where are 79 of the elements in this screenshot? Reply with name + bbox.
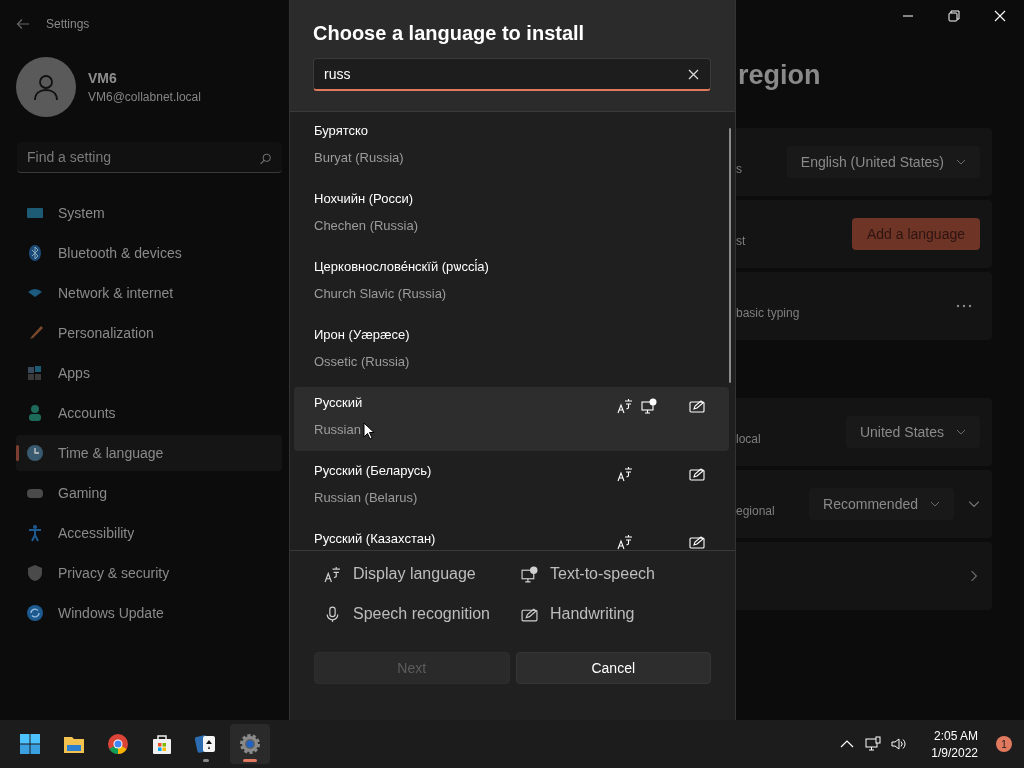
nav-item[interactable]: Time & language bbox=[16, 435, 282, 471]
dialog-title: Choose a language to install bbox=[313, 22, 586, 45]
search-icon bbox=[259, 151, 272, 167]
language-name: Церковнослове́нскїй (рѡссі́а) bbox=[314, 259, 489, 274]
page-title: region bbox=[738, 60, 822, 91]
nav-item[interactable]: Personalization bbox=[16, 315, 282, 351]
browser-icon[interactable] bbox=[106, 732, 130, 756]
setting-label: egional bbox=[736, 504, 776, 518]
clock-date[interactable]: 1/9/2022 bbox=[931, 745, 978, 760]
setting-label: basic typing bbox=[736, 306, 801, 320]
network-icon[interactable] bbox=[865, 736, 882, 752]
dropdown[interactable]: United States bbox=[845, 416, 980, 448]
dropdown[interactable]: Recommended bbox=[809, 488, 954, 520]
windows-logo-icon[interactable] bbox=[18, 732, 42, 756]
language-name: Русский bbox=[314, 395, 363, 410]
nav-item[interactable]: Accounts bbox=[16, 395, 282, 431]
language-english-name: Buryat (Russia) bbox=[314, 150, 404, 165]
legend-label: Text-to-speech bbox=[550, 565, 655, 583]
shopping-bag-icon[interactable] bbox=[150, 732, 174, 756]
playing-cards-icon[interactable] bbox=[194, 732, 218, 756]
legend-label: Speech recognition bbox=[353, 605, 490, 623]
setting-label: st bbox=[736, 234, 747, 248]
back-arrow-icon[interactable] bbox=[16, 17, 30, 31]
speaker-icon[interactable] bbox=[891, 736, 908, 752]
user-name: VM6 bbox=[88, 70, 118, 86]
nav-item[interactable]: Windows Update bbox=[16, 595, 282, 631]
person-icon bbox=[26, 404, 44, 422]
chevron-down-icon bbox=[930, 499, 940, 509]
nav-item[interactable]: Bluetooth & devices bbox=[16, 235, 282, 271]
nav-item[interactable]: Apps bbox=[16, 355, 282, 391]
language-english-name: Ossetic (Russia) bbox=[314, 354, 410, 369]
nav-item[interactable]: Accessibility bbox=[16, 515, 282, 551]
setting-label: local bbox=[736, 432, 762, 446]
clock-time[interactable]: 2:05 AM bbox=[933, 728, 978, 743]
chevron-down-icon bbox=[956, 427, 966, 437]
language-name: Русский (Казахстан) bbox=[314, 531, 436, 546]
monitor-speech-icon bbox=[521, 565, 538, 583]
person-icon bbox=[31, 72, 61, 102]
chevron-down-icon bbox=[968, 498, 980, 510]
mouse-pointer-icon bbox=[363, 422, 375, 440]
user-email: VM6@collabnet.local bbox=[88, 90, 201, 104]
clock-icon bbox=[26, 444, 44, 462]
language-english-name: Chechen (Russia) bbox=[314, 218, 419, 233]
list-item-highlight[interactable]: Русский Russian bbox=[294, 387, 729, 451]
nav-item[interactable]: Network & internet bbox=[16, 275, 282, 311]
accessibility-icon bbox=[26, 524, 44, 542]
chevron-down-icon bbox=[956, 157, 966, 167]
legend-label: Display language bbox=[353, 565, 476, 583]
language-name: Нохчийн (Росси) bbox=[314, 191, 414, 206]
setting-label: s bbox=[736, 162, 743, 176]
display-language-icon bbox=[324, 565, 341, 583]
language-english-name: Church Slavic (Russia) bbox=[314, 286, 447, 301]
nav-item[interactable]: Privacy & security bbox=[16, 555, 282, 591]
notification-badge[interactable]: 1 bbox=[996, 736, 1012, 752]
search-field[interactable]: Find a setting bbox=[17, 142, 282, 173]
language-name: Русский (Беларусь) bbox=[314, 463, 432, 478]
nav-item[interactable]: Gaming bbox=[16, 475, 282, 511]
gear-icon[interactable] bbox=[238, 732, 262, 756]
restore-icon[interactable] bbox=[946, 8, 962, 24]
update-icon bbox=[26, 604, 44, 622]
dropdown[interactable]: English (United States) bbox=[786, 146, 980, 178]
language-name: Бурятско bbox=[314, 123, 369, 138]
language-english-name: Russian (Belarus) bbox=[314, 490, 418, 505]
chevron-right-icon bbox=[968, 570, 980, 582]
apps-icon bbox=[26, 364, 44, 382]
microphone-icon bbox=[324, 605, 341, 623]
bluetooth-icon bbox=[26, 244, 44, 262]
shield-icon bbox=[26, 564, 44, 582]
cancel-button[interactable]: Cancel bbox=[515, 652, 711, 684]
close-icon[interactable] bbox=[992, 8, 1008, 24]
scrollbar[interactable] bbox=[729, 128, 731, 383]
language-name: Ирон (Уæрæсе) bbox=[314, 327, 410, 342]
language-english-name: Russian bbox=[314, 422, 361, 437]
close-icon[interactable] bbox=[688, 69, 699, 80]
legend-label: Handwriting bbox=[550, 605, 635, 623]
more-icon bbox=[956, 303, 972, 309]
search-field[interactable]: russ bbox=[313, 58, 711, 91]
app-title: Settings bbox=[46, 17, 90, 31]
nav-item[interactable]: System bbox=[16, 195, 282, 231]
